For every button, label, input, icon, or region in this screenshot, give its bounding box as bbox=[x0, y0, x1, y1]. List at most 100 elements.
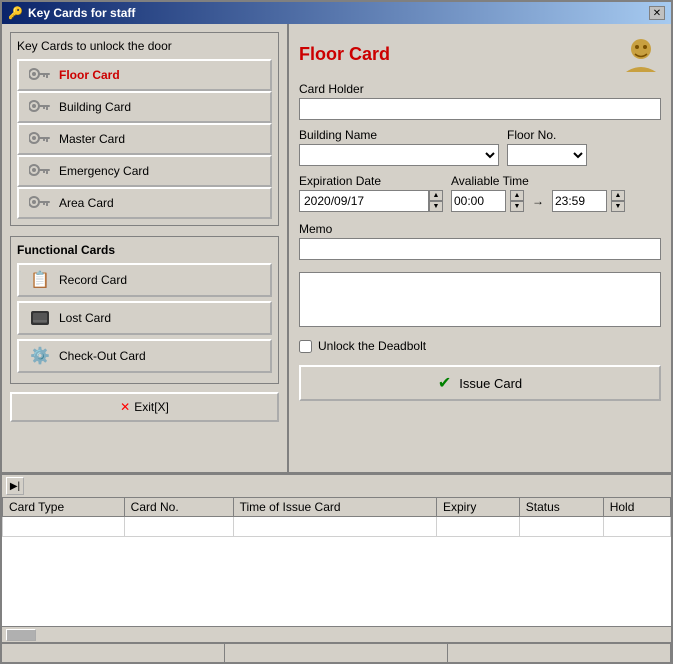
exit-label: Exit[X] bbox=[134, 400, 169, 414]
expiration-label: Expiration Date bbox=[299, 174, 443, 188]
text-area-box bbox=[299, 272, 661, 327]
building-name-col: Building Name bbox=[299, 128, 499, 166]
nav-first-button[interactable]: ▶| bbox=[6, 477, 24, 495]
building-card-label: Building Card bbox=[59, 100, 131, 114]
key-icon-building bbox=[29, 99, 51, 116]
functional-section: Functional Cards 📋 Record Card Lost Card bbox=[10, 236, 279, 384]
left-panel: Key Cards to unlock the door Floor Card bbox=[2, 24, 287, 472]
master-card-label: Master Card bbox=[59, 132, 125, 146]
memo-input[interactable] bbox=[299, 238, 661, 260]
checkmark-icon: ✔ bbox=[438, 373, 451, 393]
key-icon-master bbox=[29, 131, 51, 148]
floor-no-label: Floor No. bbox=[507, 128, 587, 142]
col-expiry: Expiry bbox=[437, 498, 520, 517]
main-content: Key Cards to unlock the door Floor Card bbox=[2, 24, 671, 472]
issue-btn-label: Issue Card bbox=[459, 376, 522, 391]
nav-row: ▶| bbox=[2, 474, 671, 497]
time-to-spin-down[interactable]: ▼ bbox=[611, 201, 625, 212]
available-time-col: Avaliable Time ▲ ▼ → ▲ ▼ bbox=[451, 174, 625, 212]
status-bar bbox=[2, 642, 671, 662]
status-segment-1 bbox=[2, 644, 225, 662]
lost-card-label: Lost Card bbox=[59, 311, 111, 325]
floor-no-select[interactable] bbox=[507, 144, 587, 166]
card-holder-input[interactable] bbox=[299, 98, 661, 120]
table-container: Card Type Card No. Time of Issue Card Ex… bbox=[2, 497, 671, 626]
col-hold: Hold bbox=[603, 498, 670, 517]
time-from-spinner: ▲ ▼ bbox=[510, 190, 524, 212]
key-icon-emergency bbox=[29, 163, 51, 180]
time-group: ▲ ▼ → ▲ ▼ bbox=[451, 190, 625, 212]
record-card-button[interactable]: 📋 Record Card bbox=[17, 263, 272, 297]
memo-label: Memo bbox=[299, 222, 661, 236]
floor-card-button[interactable]: Floor Card bbox=[17, 59, 272, 91]
date-spin-up[interactable]: ▲ bbox=[429, 190, 443, 201]
title-bar-left: 🔑 Key Cards for staff bbox=[8, 6, 135, 20]
status-segment-3 bbox=[448, 644, 671, 662]
date-spinner: ▲ ▼ bbox=[429, 190, 443, 212]
col-status: Status bbox=[519, 498, 603, 517]
building-card-button[interactable]: Building Card bbox=[17, 91, 272, 123]
card-holder-label: Card Holder bbox=[299, 82, 661, 96]
bottom-section: ▶| Card Type Card No. Time of Issue Card… bbox=[2, 472, 671, 642]
date-time-row: Expiration Date ▲ ▼ Avaliable Time bbox=[299, 174, 661, 212]
window-title: Key Cards for staff bbox=[28, 6, 135, 20]
title-bar: 🔑 Key Cards for staff ✕ bbox=[2, 2, 671, 24]
emergency-card-button[interactable]: Emergency Card bbox=[17, 155, 272, 187]
record-icon: 📋 bbox=[29, 269, 51, 291]
keycards-title: Key Cards to unlock the door bbox=[17, 39, 272, 53]
time-arrow: → bbox=[528, 194, 548, 208]
right-panel: Floor Card Card Holder bbox=[288, 24, 671, 472]
building-name-label: Building Name bbox=[299, 128, 499, 142]
functional-title: Functional Cards bbox=[17, 243, 272, 257]
exit-button[interactable]: ✕ Exit[X] bbox=[10, 392, 279, 422]
issue-card-button[interactable]: ✔ Issue Card bbox=[299, 365, 661, 401]
area-card-label: Area Card bbox=[59, 196, 114, 210]
hscroll-thumb[interactable] bbox=[6, 629, 36, 641]
time-to-input[interactable] bbox=[552, 190, 607, 212]
record-card-label: Record Card bbox=[59, 273, 127, 287]
key-icon-floor bbox=[29, 67, 51, 84]
unlock-deadbolt-checkbox[interactable] bbox=[299, 340, 312, 353]
building-name-select[interactable] bbox=[299, 144, 499, 166]
emergency-card-label: Emergency Card bbox=[59, 164, 149, 178]
status-segment-2 bbox=[225, 644, 448, 662]
exit-x-icon: ✕ bbox=[120, 400, 130, 414]
window-icon: 🔑 bbox=[8, 6, 22, 20]
panel-title: Floor Card bbox=[299, 44, 390, 65]
lost-card-button[interactable]: Lost Card bbox=[17, 301, 272, 335]
cards-table: Card Type Card No. Time of Issue Card Ex… bbox=[2, 497, 671, 537]
key-icon-area bbox=[29, 195, 51, 212]
expiration-date-input[interactable] bbox=[299, 190, 429, 212]
memo-field: Memo bbox=[299, 220, 661, 260]
date-input-wrap: ▲ ▼ bbox=[299, 190, 443, 212]
time-from-spin-down[interactable]: ▼ bbox=[510, 201, 524, 212]
table-body bbox=[3, 517, 671, 537]
right-title-row: Floor Card bbox=[299, 34, 661, 74]
unlock-deadbolt-label: Unlock the Deadbolt bbox=[318, 339, 426, 353]
time-to-spinner: ▲ ▼ bbox=[611, 190, 625, 212]
main-window: 🔑 Key Cards for staff ✕ Key Cards to unl… bbox=[0, 0, 673, 664]
time-to-spin-up[interactable]: ▲ bbox=[611, 190, 625, 201]
time-from-input[interactable] bbox=[451, 190, 506, 212]
table-row-empty bbox=[3, 517, 671, 537]
horizontal-scrollbar[interactable] bbox=[2, 626, 671, 642]
keycards-section: Key Cards to unlock the door Floor Card bbox=[10, 32, 279, 226]
col-card-type: Card Type bbox=[3, 498, 125, 517]
checkout-card-label: Check-Out Card bbox=[59, 349, 146, 363]
floor-no-col: Floor No. bbox=[507, 128, 587, 166]
checkout-card-button[interactable]: ⚙️ Check-Out Card bbox=[17, 339, 272, 373]
master-card-button[interactable]: Master Card bbox=[17, 123, 272, 155]
unlock-deadbolt-row: Unlock the Deadbolt bbox=[299, 335, 661, 357]
col-card-no: Card No. bbox=[124, 498, 233, 517]
building-floor-row: Building Name Floor No. bbox=[299, 128, 661, 166]
card-holder-field: Card Holder bbox=[299, 82, 661, 120]
date-spin-down[interactable]: ▼ bbox=[429, 201, 443, 212]
time-from-spin-up[interactable]: ▲ bbox=[510, 190, 524, 201]
expiration-col: Expiration Date ▲ ▼ bbox=[299, 174, 443, 212]
close-button[interactable]: ✕ bbox=[649, 6, 665, 20]
col-issue-time: Time of Issue Card bbox=[233, 498, 436, 517]
floor-card-label: Floor Card bbox=[59, 68, 120, 82]
area-card-button[interactable]: Area Card bbox=[17, 187, 272, 219]
checkout-icon: ⚙️ bbox=[29, 345, 51, 367]
lost-icon bbox=[29, 307, 51, 329]
